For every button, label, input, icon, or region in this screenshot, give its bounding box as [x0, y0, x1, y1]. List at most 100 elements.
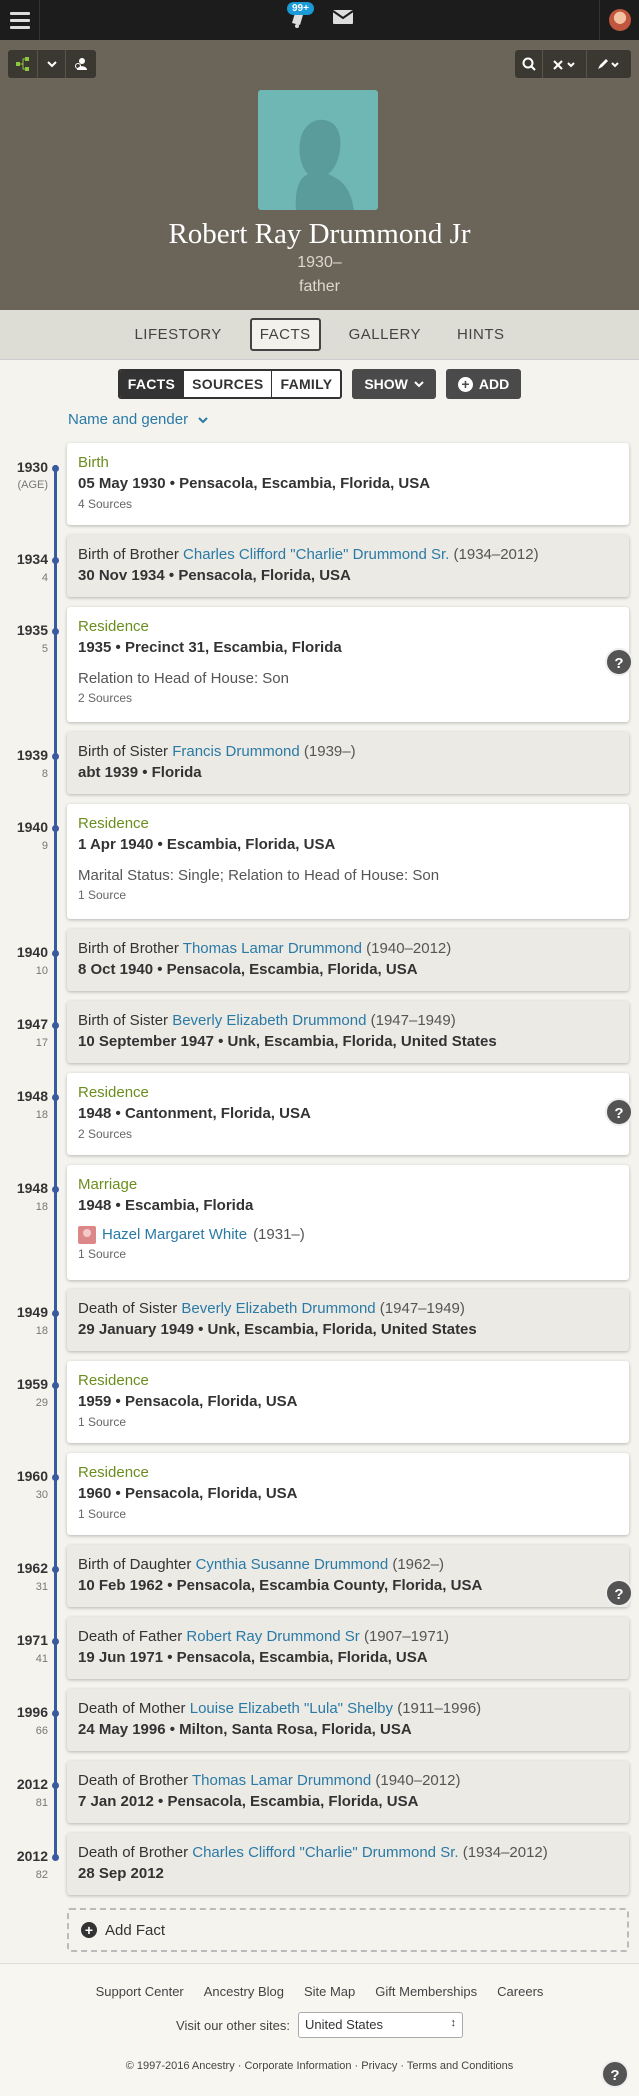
tools-menu-icon[interactable] — [543, 50, 587, 78]
person-name: Robert Ray Drummond Jr — [168, 218, 471, 250]
sources-toggle[interactable]: SOURCES — [184, 371, 273, 397]
fact-birth-of-brother[interactable]: Birth of Brother Thomas Lamar Drummond (… — [67, 929, 629, 991]
person-link[interactable]: Robert Ray Drummond Sr — [186, 1628, 359, 1645]
fact-residence[interactable]: Residence 1959 • Pensacola, Florida, USA… — [67, 1361, 629, 1443]
menu-icon[interactable] — [0, 0, 40, 40]
tab-lifestory[interactable]: LIFESTORY — [126, 320, 229, 349]
fact-residence[interactable]: Residence 1948 • Cantonment, Florida, US… — [67, 1073, 629, 1155]
person-link[interactable]: Francis Drummond — [172, 743, 300, 760]
footer-link-support[interactable]: Support Center — [96, 1984, 184, 1999]
fact-detail: 1959 • Pensacola, Florida, USA — [78, 1393, 298, 1410]
fact-birth-of-daughter[interactable]: Birth of Daughter Cynthia Susanne Drummo… — [67, 1545, 629, 1607]
event-age: (AGE) — [17, 479, 48, 491]
add-fact-button[interactable]: + Add Fact — [67, 1908, 629, 1952]
profile-photo-placeholder[interactable] — [258, 90, 378, 210]
tab-hints[interactable]: HINTS — [449, 320, 513, 349]
event-year: 2012 — [16, 1848, 48, 1864]
fact-death-of-father[interactable]: Death of Father Robert Ray Drummond Sr (… — [67, 1617, 629, 1679]
timeline-dot — [52, 753, 59, 760]
person-link[interactable]: Charles Clifford "Charlie" Drummond Sr. — [183, 546, 449, 563]
timeline-dot — [52, 1566, 59, 1573]
person-link[interactable]: Thomas Lamar Drummond — [183, 940, 362, 957]
add-fact-label: Add Fact — [105, 1921, 166, 1939]
footer-link-sitemap[interactable]: Site Map — [304, 1984, 355, 1999]
spouse-link[interactable]: Hazel Margaret White — [102, 1225, 247, 1245]
fact-residence[interactable]: Residence 1935 • Precinct 31, Escambia, … — [67, 607, 629, 722]
fact-title: Birth of Brother Charles Clifford "Charl… — [78, 545, 619, 565]
fact-detail: 1948 • Cantonment, Florida, USA — [78, 1105, 311, 1122]
spouse-entry: Hazel Margaret White (1931–) — [78, 1225, 619, 1245]
person-dates: (1940–2012) — [362, 940, 452, 957]
name-and-gender-link[interactable]: Name and gender — [68, 411, 208, 428]
person-dates: (1940–2012) — [371, 1772, 461, 1789]
fact-death-of-brother[interactable]: Death of Brother Thomas Lamar Drummond (… — [67, 1761, 629, 1823]
facts-toggle[interactable]: FACTS — [119, 371, 185, 397]
add-button[interactable]: + ADD — [445, 369, 522, 399]
person-link[interactable]: Louise Elizabeth "Lula" Shelby — [190, 1700, 393, 1717]
person-link[interactable]: Beverly Elizabeth Drummond — [172, 1012, 366, 1029]
fact-title: Birth of Sister Beverly Elizabeth Drummo… — [78, 1011, 619, 1031]
timeline-dot — [52, 1094, 59, 1101]
person-link[interactable]: Thomas Lamar Drummond — [192, 1772, 371, 1789]
person-link[interactable]: Cynthia Susanne Drummond — [196, 1556, 389, 1573]
nav-icons: 99+ — [287, 1, 354, 31]
tab-facts[interactable]: FACTS — [249, 318, 321, 351]
view-toggle: FACTS SOURCES FAMILY — [117, 369, 343, 399]
tab-gallery[interactable]: GALLERY — [341, 320, 429, 349]
event-age: 17 — [35, 1037, 48, 1049]
tree-view-icon[interactable] — [8, 50, 38, 78]
help-icon[interactable]: ? — [601, 2060, 629, 2088]
fact-title: Marriage — [78, 1176, 138, 1193]
person-link[interactable]: Beverly Elizabeth Drummond — [181, 1300, 375, 1317]
add-label: ADD — [478, 376, 510, 392]
notifications-badge: 99+ — [287, 1, 314, 15]
notifications-icon[interactable]: 99+ — [287, 1, 314, 31]
site-select[interactable]: United States — [297, 2012, 463, 2038]
timeline-dot — [52, 1022, 59, 1029]
fact-residence[interactable]: Residence 1 Apr 1940 • Escambia, Florida… — [67, 804, 629, 919]
fact-sources: 2 Sources — [78, 691, 133, 705]
fact-birth[interactable]: Birth 05 May 1930 • Pensacola, Escambia,… — [67, 443, 629, 525]
fact-title: Death of Brother Charles Clifford "Charl… — [78, 1843, 619, 1863]
footer-link-careers[interactable]: Careers — [497, 1984, 543, 1999]
fact-birth-of-sister[interactable]: Birth of Sister Francis Drummond (1939–)… — [67, 732, 629, 794]
footer-link-gift[interactable]: Gift Memberships — [375, 1984, 477, 1999]
fact-death-of-brother[interactable]: Death of Brother Charles Clifford "Charl… — [67, 1833, 629, 1895]
family-toggle[interactable]: FAMILY — [272, 371, 341, 397]
fact-death-of-sister[interactable]: Death of Sister Beverly Elizabeth Drummo… — [67, 1289, 629, 1351]
help-icon[interactable]: ? — [605, 1098, 633, 1126]
person-search-icon[interactable] — [66, 50, 96, 78]
fact-residence[interactable]: Residence 1960 • Pensacola, Florida, USA… — [67, 1453, 629, 1535]
fact-marriage[interactable]: Marriage 1948 • Escambia, Florida Hazel … — [67, 1165, 629, 1280]
tree-tools-left — [8, 50, 96, 78]
event-age: 81 — [35, 1797, 48, 1809]
event-year: 1971 — [16, 1632, 48, 1648]
chevron-down-icon[interactable] — [38, 50, 66, 78]
fact-title: Residence — [78, 1084, 149, 1101]
fact-title-prefix: Death of Mother — [78, 1700, 190, 1717]
fact-title-prefix: Death of Brother — [78, 1844, 193, 1861]
help-icon[interactable]: ? — [605, 648, 633, 676]
fact-detail: 28 Sep 2012 — [78, 1865, 164, 1882]
mail-icon[interactable] — [332, 8, 354, 31]
fact-detail: 24 May 1996 • Milton, Santa Rosa, Florid… — [78, 1721, 412, 1738]
footer-link-blog[interactable]: Ancestry Blog — [204, 1984, 284, 1999]
event-year: 1959 — [16, 1376, 48, 1392]
spouse-photo[interactable] — [78, 1226, 96, 1244]
fact-title: Birth of Brother Thomas Lamar Drummond (… — [78, 939, 619, 959]
fact-birth-of-sister[interactable]: Birth of Sister Beverly Elizabeth Drummo… — [67, 1001, 629, 1063]
profile-avatar[interactable] — [599, 0, 639, 40]
fact-title: Death of Sister Beverly Elizabeth Drummo… — [78, 1299, 619, 1319]
fact-birth-of-brother[interactable]: Birth of Brother Charles Clifford "Charl… — [67, 535, 629, 597]
fact-sources: 1 Source — [78, 888, 127, 902]
person-link[interactable]: Charles Clifford "Charlie" Drummond Sr. — [192, 1844, 458, 1861]
plus-icon: + — [457, 376, 473, 392]
fact-death-of-mother[interactable]: Death of Mother Louise Elizabeth "Lula" … — [67, 1689, 629, 1751]
show-button[interactable]: SHOW — [352, 369, 436, 399]
event-age: 66 — [35, 1725, 48, 1737]
search-icon[interactable] — [515, 50, 543, 78]
edit-menu-icon[interactable] — [587, 50, 631, 78]
help-icon[interactable]: ? — [605, 1579, 633, 1607]
person-dates: (1947–1949) — [375, 1300, 465, 1317]
event-year: 1934 — [16, 551, 48, 567]
